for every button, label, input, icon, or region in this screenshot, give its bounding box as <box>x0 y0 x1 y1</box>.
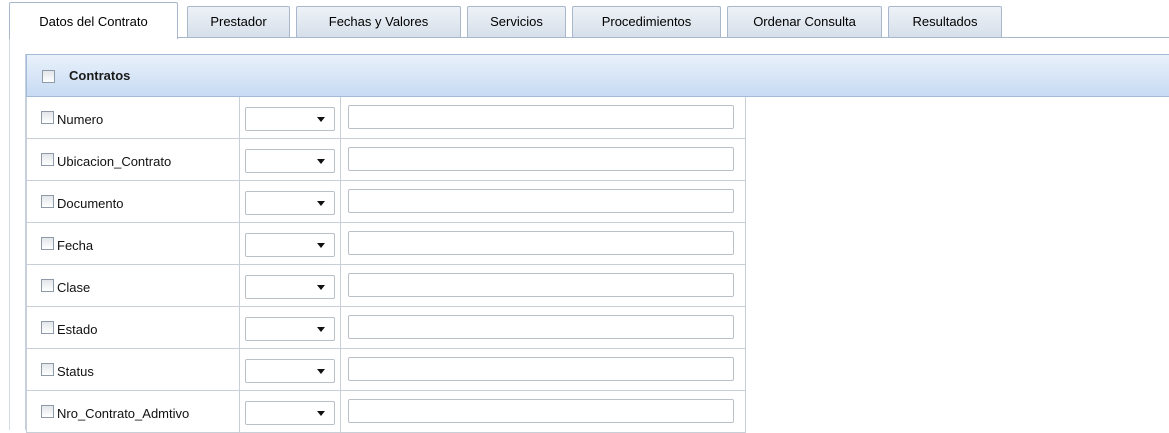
field-label: Estado <box>57 322 98 337</box>
field-label-cell: Nro_Contrato_Admtivo <box>26 391 240 433</box>
field-label: Ubicacion_Contrato <box>57 154 172 169</box>
chevron-down-icon <box>317 327 325 332</box>
value-input[interactable] <box>348 189 734 213</box>
field-row: Numero <box>26 97 746 139</box>
operator-select[interactable] <box>245 107 335 131</box>
field-rows: Numero Ubicacion_Contrato Documento Fech… <box>26 97 746 433</box>
field-row: Estado <box>26 307 746 349</box>
field-row: Fecha <box>26 223 746 265</box>
value-input[interactable] <box>348 315 734 339</box>
tab-servicios[interactable]: Servicios <box>467 6 566 37</box>
operator-cell <box>240 307 341 349</box>
field-label: Numero <box>57 112 104 127</box>
value-cell <box>341 391 746 433</box>
section-title: Contratos <box>69 68 131 83</box>
field-checkbox[interactable] <box>41 405 54 418</box>
field-label-cell: Ubicacion_Contrato <box>26 139 240 181</box>
tab-resultados[interactable]: Resultados <box>888 6 1002 37</box>
field-label-cell: Status <box>26 349 240 391</box>
value-input[interactable] <box>348 231 734 255</box>
value-cell <box>341 265 746 307</box>
chevron-down-icon <box>317 117 325 122</box>
field-label-cell: Clase <box>26 265 240 307</box>
field-label: Nro_Contrato_Admtivo <box>57 406 190 421</box>
chevron-down-icon <box>317 369 325 374</box>
operator-select[interactable] <box>245 233 335 257</box>
field-row: Status <box>26 349 746 391</box>
operator-cell <box>240 223 341 265</box>
field-checkbox[interactable] <box>41 279 54 292</box>
chevron-down-icon <box>317 285 325 290</box>
field-label-cell: Fecha <box>26 223 240 265</box>
value-input[interactable] <box>348 105 734 129</box>
field-label: Status <box>57 364 94 379</box>
field-row: Clase <box>26 265 746 307</box>
value-cell <box>341 307 746 349</box>
field-checkbox[interactable] <box>41 321 54 334</box>
field-row: Documento <box>26 181 746 223</box>
field-label: Clase <box>57 280 91 295</box>
chevron-down-icon <box>317 243 325 248</box>
field-checkbox[interactable] <box>41 363 54 376</box>
operator-cell <box>240 391 341 433</box>
operator-select[interactable] <box>245 149 335 173</box>
contratos-section: Contratos Numero Ubicacion_Contrato Docu… <box>25 54 1169 433</box>
value-input[interactable] <box>348 399 734 423</box>
tab-datos-del-contrato[interactable]: Datos del Contrato <box>9 2 178 39</box>
tab-prestador[interactable]: Prestador <box>187 6 290 37</box>
field-label: Documento <box>57 196 124 211</box>
tab-fechas-y-valores[interactable]: Fechas y Valores <box>296 6 461 37</box>
value-cell <box>341 139 746 181</box>
operator-select[interactable] <box>245 275 335 299</box>
field-checkbox[interactable] <box>41 195 54 208</box>
tab-panel: Contratos Numero Ubicacion_Contrato Docu… <box>9 38 1169 433</box>
operator-cell <box>240 349 341 391</box>
field-label: Fecha <box>57 238 94 253</box>
field-label-cell: Documento <box>26 181 240 223</box>
field-checkbox[interactable] <box>41 237 54 250</box>
field-row: Nro_Contrato_Admtivo <box>26 391 746 433</box>
section-header: Contratos <box>26 54 1169 97</box>
value-cell <box>341 97 746 139</box>
select-all-checkbox[interactable] <box>42 70 55 83</box>
field-row: Ubicacion_Contrato <box>26 139 746 181</box>
field-label-cell: Numero <box>26 97 240 139</box>
tab-bar: Datos del Contrato Prestador Fechas y Va… <box>9 0 1169 39</box>
operator-select[interactable] <box>245 317 335 341</box>
field-checkbox[interactable] <box>41 153 54 166</box>
value-input[interactable] <box>348 273 734 297</box>
tab-procedimientos[interactable]: Procedimientos <box>572 6 721 37</box>
chevron-down-icon <box>317 411 325 416</box>
tab-ordenar-consulta[interactable]: Ordenar Consulta <box>727 6 882 37</box>
value-cell <box>341 223 746 265</box>
operator-cell <box>240 139 341 181</box>
operator-cell <box>240 181 341 223</box>
field-label-cell: Estado <box>26 307 240 349</box>
operator-select[interactable] <box>245 401 335 425</box>
operator-cell <box>240 265 341 307</box>
operator-select[interactable] <box>245 191 335 215</box>
chevron-down-icon <box>317 159 325 164</box>
operator-select[interactable] <box>245 359 335 383</box>
value-cell <box>341 349 746 391</box>
operator-cell <box>240 97 341 139</box>
field-checkbox[interactable] <box>41 111 54 124</box>
chevron-down-icon <box>317 201 325 206</box>
value-input[interactable] <box>348 357 734 381</box>
value-input[interactable] <box>348 147 734 171</box>
value-cell <box>341 181 746 223</box>
